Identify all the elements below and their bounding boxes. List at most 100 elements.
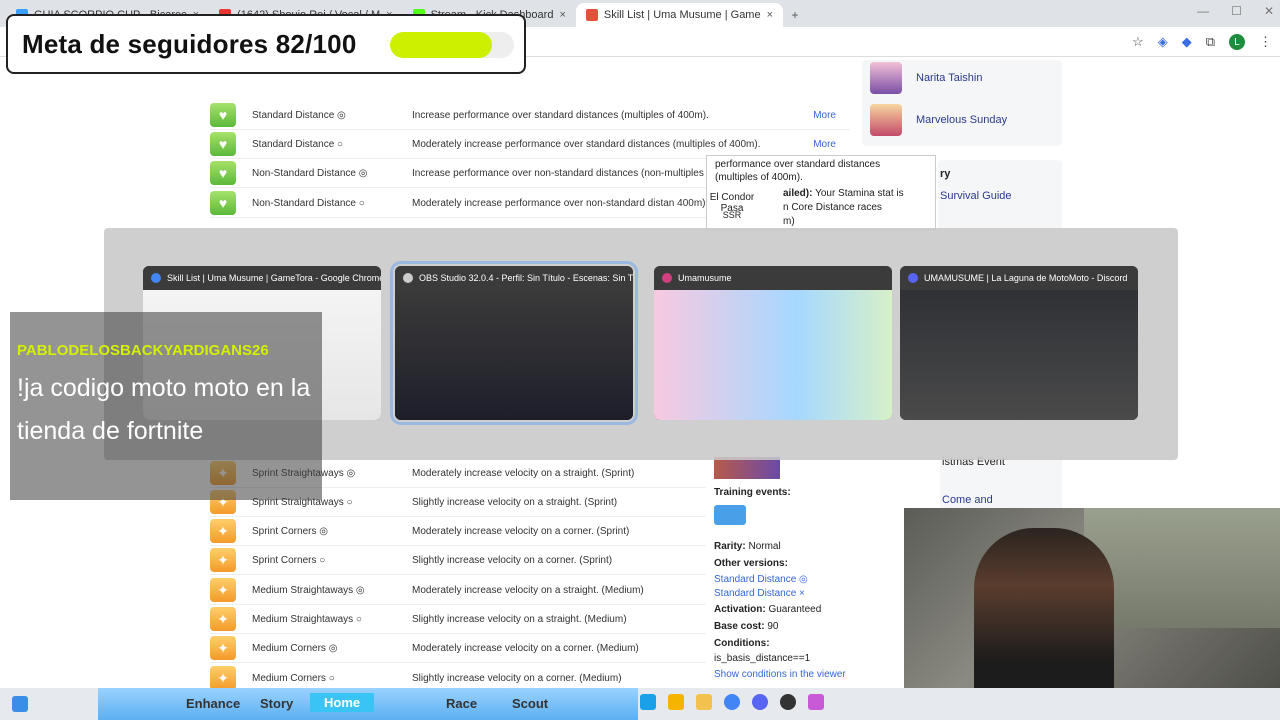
tooltip-detail-text: n Core Distance races bbox=[783, 202, 882, 213]
survival-guide-link[interactable]: Survival Guide bbox=[940, 190, 1012, 202]
obs-icon[interactable] bbox=[780, 694, 796, 710]
speed-skill-icon: ✦ bbox=[210, 666, 236, 690]
skill-tooltip: performance over standard distances (mul… bbox=[706, 155, 936, 230]
events-panel: istmas Event Come and bbox=[940, 456, 1062, 508]
tab-favicon-icon bbox=[585, 9, 598, 21]
close-tab-icon[interactable]: × bbox=[767, 9, 773, 21]
chat-username: PABLODELOSBACKYARDIGANS26 bbox=[17, 342, 269, 359]
bookmark-star-icon[interactable]: ☆ bbox=[1132, 34, 1144, 50]
switcher-window-discord[interactable]: UMAMUSUME | La Laguna de MotoMoto - Disc… bbox=[900, 266, 1138, 420]
speed-skill-icon: ✦ bbox=[210, 607, 236, 631]
game-tab-enhance[interactable]: Enhance bbox=[186, 696, 240, 711]
window-thumbnail bbox=[900, 290, 1138, 420]
character-thumbnails bbox=[714, 457, 780, 479]
window-title: Skill List | Uma Musume | GameTora - Goo… bbox=[167, 273, 381, 283]
folder-icon[interactable] bbox=[696, 694, 712, 710]
more-link[interactable]: More bbox=[813, 139, 836, 150]
character-link[interactable]: Marvelous Sunday bbox=[870, 104, 1007, 136]
base-cost-label: Base cost: bbox=[714, 621, 765, 632]
game-tab-race[interactable]: Race bbox=[446, 696, 477, 711]
app-icon[interactable] bbox=[668, 694, 684, 710]
activation-value: Guaranteed bbox=[768, 604, 822, 615]
game-tab-home[interactable]: Home bbox=[310, 693, 375, 712]
heart-skill-icon: ♥ bbox=[210, 191, 236, 215]
heart-skill-icon: ♥ bbox=[210, 103, 236, 127]
more-link[interactable]: More bbox=[813, 110, 836, 121]
skill-name: Non-Standard Distance ◎ bbox=[252, 167, 368, 179]
character-name: Marvelous Sunday bbox=[916, 114, 1008, 126]
character-name: Narita Taishin bbox=[916, 72, 983, 84]
browser-tab-active[interactable]: Skill List | Uma Musume | Game × bbox=[575, 3, 784, 27]
app-icon[interactable] bbox=[808, 694, 824, 710]
maximize-icon[interactable]: ☐ bbox=[1231, 4, 1242, 18]
puzzle-icon[interactable]: ⧉ bbox=[1206, 34, 1215, 50]
skill-name: Sprint Corners ◎ bbox=[252, 525, 328, 537]
training-events-label: Training events: bbox=[714, 487, 791, 498]
tooltip-detail-label: ailed): bbox=[783, 188, 813, 199]
speed-skill-icon: ✦ bbox=[210, 578, 236, 602]
umamusume-icon bbox=[662, 273, 672, 283]
training-event-icon bbox=[714, 505, 746, 525]
new-tab-icon[interactable]: + bbox=[783, 3, 807, 27]
character-portrait bbox=[870, 104, 902, 136]
game-tab-scout[interactable]: Scout bbox=[512, 696, 548, 711]
other-version-link[interactable]: Standard Distance ◎ bbox=[714, 574, 808, 585]
goal-progress-fill bbox=[390, 32, 492, 58]
tooltip-line: (multiples of 400m). bbox=[715, 172, 803, 183]
game-tab-story[interactable]: Story bbox=[260, 696, 293, 711]
taskbar-app-icon[interactable] bbox=[12, 696, 28, 712]
menu-kebab-icon[interactable]: ⋮ bbox=[1259, 34, 1272, 50]
other-versions-label: Other versions: bbox=[714, 558, 788, 569]
skill-description: Increase performance over standard dista… bbox=[412, 109, 709, 121]
discord-icon bbox=[908, 273, 918, 283]
show-conditions-link[interactable]: Show conditions in the viewer bbox=[714, 669, 846, 680]
tooltip-detail-text: Your Stamina stat is bbox=[815, 188, 904, 199]
section-heading-fragment: ry bbox=[940, 168, 951, 180]
activation-label: Activation: bbox=[714, 604, 766, 615]
heart-skill-icon: ♥ bbox=[210, 161, 236, 185]
switcher-window-obs[interactable]: OBS Studio 32.0.4 - Perfil: Sin Título -… bbox=[390, 261, 638, 425]
skill-name: Medium Straightaways ○ bbox=[252, 613, 362, 625]
come-and-link[interactable]: Come and bbox=[942, 494, 993, 506]
skill-name: Medium Corners ◎ bbox=[252, 642, 338, 654]
skill-detail-panel: Training events: Rarity: Normal Other ve… bbox=[706, 455, 902, 685]
close-tab-icon[interactable]: × bbox=[559, 9, 565, 21]
tooltip-detail-text: m) bbox=[783, 216, 795, 227]
character-link[interactable]: Narita Taishin bbox=[870, 62, 982, 94]
screen: { "browser": { "tabs": [ {"label": "GUIA… bbox=[0, 0, 1280, 720]
support-card-rarity: SSR bbox=[722, 210, 742, 220]
chrome-icon[interactable] bbox=[724, 694, 740, 710]
skill-name: Standard Distance ◎ bbox=[252, 109, 346, 121]
app-icon[interactable] bbox=[640, 694, 656, 710]
heart-skill-icon: ♥ bbox=[210, 132, 236, 156]
profile-avatar[interactable]: L bbox=[1229, 34, 1245, 50]
window-title: OBS Studio 32.0.4 - Perfil: Sin Título -… bbox=[419, 273, 633, 283]
skill-name: Medium Straightaways ◎ bbox=[252, 584, 365, 596]
switcher-window-umamusume[interactable]: Umamusume bbox=[654, 266, 892, 420]
other-version-link[interactable]: Standard Distance × bbox=[714, 588, 805, 599]
game-menu-bar: Enhance Story Home Race Scout bbox=[98, 688, 638, 720]
follower-goal-widget: Meta de seguidores 82/100 bbox=[6, 14, 526, 74]
goal-text: Meta de seguidores 82/100 bbox=[22, 28, 357, 59]
discord-icon[interactable] bbox=[752, 694, 768, 710]
speed-skill-icon: ✦ bbox=[210, 548, 236, 572]
rarity-label: Rarity: bbox=[714, 541, 746, 552]
extension-icon[interactable]: ◈ bbox=[1158, 34, 1168, 50]
skill-name: Medium Corners ○ bbox=[252, 672, 335, 684]
skill-row[interactable]: ♥ Standard Distance ◎ Increase performance… bbox=[210, 101, 850, 130]
close-window-icon[interactable]: ✕ bbox=[1264, 4, 1274, 18]
rarity-value: Normal bbox=[748, 541, 781, 552]
chat-overlay: PABLODELOSBACKYARDIGANS26 !ja codigo mot… bbox=[10, 312, 322, 500]
chat-message: !ja codigo moto moto en la tienda de for… bbox=[17, 374, 311, 445]
minimize-icon[interactable]: — bbox=[1197, 4, 1209, 18]
tooltip-line: performance over standard distances bbox=[715, 159, 881, 170]
skill-name: Standard Distance ○ bbox=[252, 138, 344, 150]
conditions-value: is_basis_distance==1 bbox=[714, 653, 811, 664]
extension-icon[interactable]: ◆ bbox=[1182, 34, 1192, 50]
chrome-icon bbox=[151, 273, 161, 283]
tab-label: Skill List | Uma Musume | Game bbox=[603, 9, 761, 21]
toolbar-icons: ☆ ◈ ◆ ⧉ L ⋮ bbox=[1132, 34, 1272, 50]
character-portrait bbox=[870, 62, 902, 94]
window-thumbnail bbox=[395, 290, 633, 420]
window-thumbnail bbox=[654, 290, 892, 420]
